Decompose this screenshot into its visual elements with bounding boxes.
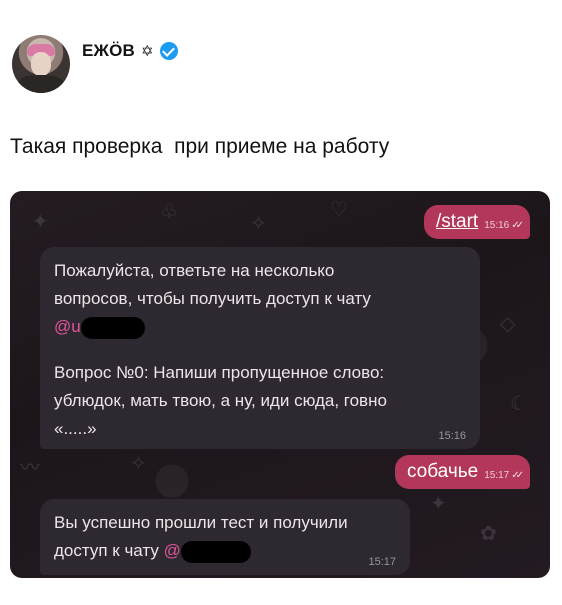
message-line: вопросов, чтобы получить доступ к чату — [54, 289, 371, 308]
message-line: Вы успешно прошли тест и получили — [54, 513, 348, 532]
message-line: @u — [54, 313, 466, 341]
diamond-doodle-icon: ◇ — [500, 313, 516, 335]
heart-doodle-icon: ♡ — [330, 199, 348, 221]
post-text: Такая проверка при приеме на работу — [10, 135, 390, 158]
message-time: 15:16 — [484, 220, 510, 231]
incoming-message[interactable]: Пожалуйста, ответьте на несколько вопрос… — [40, 247, 480, 449]
message-time: 15:17 — [368, 556, 396, 568]
double-check-icon: ✓✓ — [511, 470, 524, 481]
message-time: 15:17 — [484, 470, 510, 481]
double-check-icon: ✓✓ — [511, 220, 524, 231]
author-header[interactable]: ЕЖӦВ ✡ — [82, 41, 178, 61]
avatar[interactable] — [12, 35, 70, 93]
message-line: доступ к чату @ — [54, 537, 396, 565]
outgoing-message[interactable]: /start 15:16 ✓✓ — [423, 205, 530, 239]
sparkle-doodle-icon: ✧ — [250, 213, 267, 235]
avatar-face — [31, 52, 51, 76]
redaction-blot — [180, 540, 251, 563]
wave-doodle-icon: 〰 — [20, 457, 40, 479]
message-line: Пожалуйста, ответьте на несколько — [54, 261, 335, 280]
message-line: «.....» — [54, 419, 97, 438]
chat-mention-link[interactable]: @u — [54, 317, 81, 336]
star-doodle-icon: ✦ — [32, 211, 49, 233]
outgoing-message[interactable]: собачье 15:17 ✓✓ — [394, 455, 530, 489]
sparkle-doodle-icon: ✧ — [130, 453, 147, 475]
message-line-text: доступ к чату — [54, 541, 159, 560]
author-name[interactable]: ЕЖӦВ — [82, 41, 135, 61]
message-line: ублюдок, мать твою, а ну, иди сюда, говн… — [54, 391, 387, 410]
pentagram-icon: ✡ — [141, 43, 154, 60]
incoming-message[interactable]: Вы успешно прошли тест и получили доступ… — [40, 499, 410, 575]
message-line: Вопрос №0: Напиши пропущенное слово: — [54, 363, 385, 382]
message-time: 15:16 — [438, 430, 466, 442]
chat-screenshot: ✦ ♧ ✧ ♡ ◇ ☾ 〰 ✿ ✦ ✧ /start 15:16 ✓✓ Пожа… — [10, 191, 550, 578]
message-meta: 15:16 ✓✓ — [484, 220, 524, 231]
avatar-body — [18, 75, 64, 93]
chat-mention-link[interactable]: @ — [164, 541, 181, 560]
message-text[interactable]: собачье — [407, 461, 478, 483]
verified-badge-icon — [159, 42, 178, 60]
redaction-blot — [80, 316, 145, 339]
moon-doodle-icon: ☾ — [510, 393, 528, 415]
star-doodle-icon: ✦ — [430, 493, 447, 515]
message-meta: 15:17 ✓✓ — [484, 470, 524, 481]
flower-doodle-icon: ✿ — [480, 523, 497, 545]
message-text[interactable]: /start — [436, 211, 478, 233]
bunny-doodle-icon: ♧ — [160, 201, 178, 223]
